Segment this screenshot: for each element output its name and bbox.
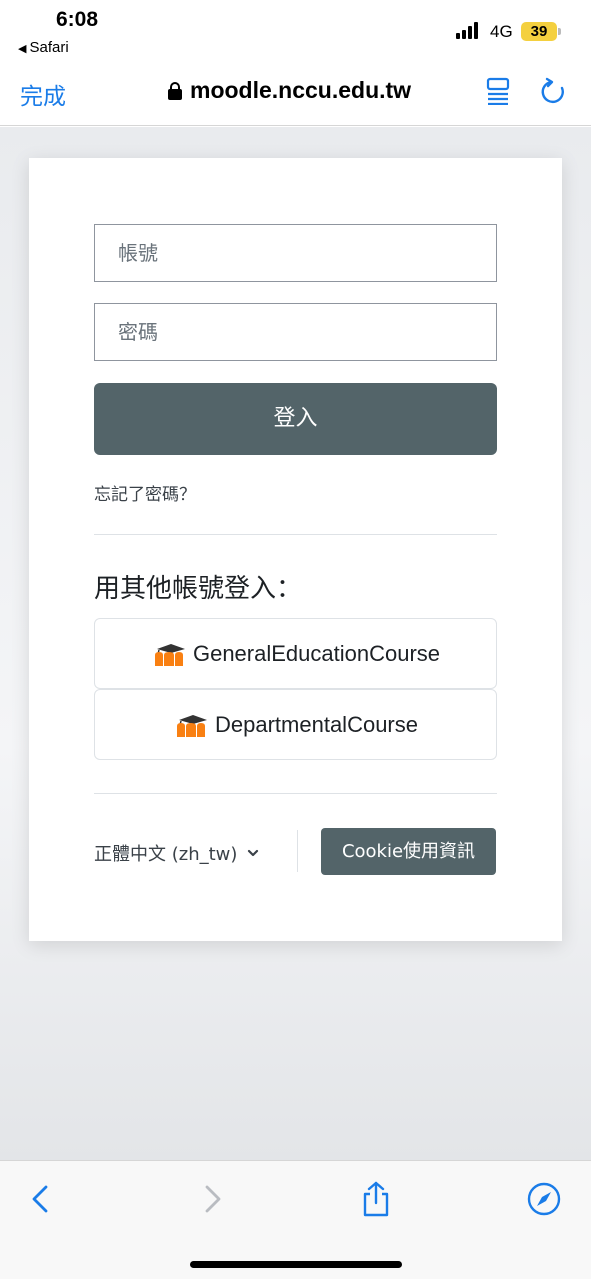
idp-label: DepartmentalCourse (215, 711, 418, 737)
cellular-signal-icon (456, 22, 478, 39)
login-card: 帳號 密碼 登入 忘記了密碼？ 用其他帳號登入： GeneralEducatio… (29, 158, 562, 941)
language-selector[interactable]: 正體中文 (zh_tw) (94, 840, 259, 866)
other-login-heading: 用其他帳號登入： (94, 574, 303, 604)
reader-mode-icon[interactable] (485, 77, 511, 105)
idp-label: GeneralEducationCourse (192, 640, 441, 666)
safari-compass-icon[interactable] (526, 1181, 562, 1217)
divider (94, 793, 497, 794)
reload-icon[interactable] (539, 77, 567, 105)
forgot-password-link[interactable]: 忘記了密碼？ (94, 480, 196, 505)
browser-address-bar: 完成 moodle.nccu.edu.tw (0, 62, 591, 126)
divider (94, 534, 497, 535)
lock-icon (168, 81, 182, 100)
done-button[interactable]: 完成 (20, 77, 66, 111)
moodle-icon (154, 643, 185, 666)
share-icon[interactable] (358, 1181, 394, 1217)
username-field[interactable]: 帳號 (94, 224, 497, 282)
back-app-label: Safari (29, 39, 69, 56)
url-display[interactable]: moodle.nccu.edu.tw (168, 77, 411, 104)
cookie-info-button[interactable]: Cookie使用資訊 (321, 828, 496, 875)
network-type: 4G (490, 22, 513, 41)
browser-toolbar (0, 1160, 591, 1279)
moodle-icon (177, 714, 207, 737)
back-triangle-icon: ◀ (18, 43, 27, 55)
back-to-app-link[interactable]: ◀ Safari (18, 39, 69, 56)
status-time: 6:08 (56, 8, 99, 31)
chevron-down-icon (248, 849, 259, 857)
login-button[interactable]: 登入 (94, 383, 497, 455)
url-text: moodle.nccu.edu.tw (190, 77, 412, 103)
forward-icon[interactable] (193, 1181, 229, 1217)
status-bar: 6:08 ◀ Safari 4G 39 (0, 0, 591, 62)
battery-icon: 39 (521, 22, 561, 41)
identity-provider-button-departmental[interactable]: DepartmentalCourse (94, 689, 497, 760)
password-field[interactable]: 密碼 (94, 303, 497, 361)
language-label: 正體中文 (zh_tw) (94, 844, 238, 865)
back-icon[interactable] (24, 1181, 60, 1217)
identity-provider-button-general-education[interactable]: GeneralEducationCourse (94, 618, 497, 689)
footer-separator (297, 830, 298, 872)
home-indicator[interactable] (190, 1261, 402, 1268)
